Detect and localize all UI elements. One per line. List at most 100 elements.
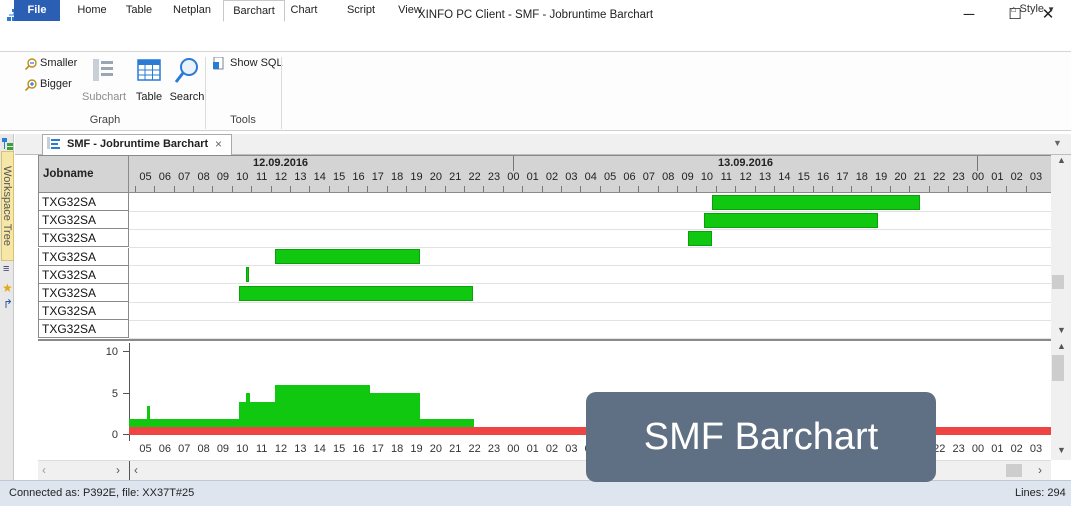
hour-label: 23 <box>487 171 501 183</box>
job-row-label[interactable]: TXG32SA <box>38 229 129 248</box>
list-icon[interactable]: ≡ <box>3 264 12 276</box>
row-gridline <box>129 228 1051 230</box>
scroll-up-icon[interactable]: ▲ <box>1057 341 1066 351</box>
row-gridline <box>129 283 1051 285</box>
minimize-button[interactable]: ─ <box>946 0 992 31</box>
scroll-right-icon[interactable]: › <box>1038 463 1042 477</box>
hour-label: 16 <box>352 443 365 455</box>
hour-label: 03 <box>565 443 578 455</box>
hour-label: 03 <box>565 171 578 183</box>
gantt-bar[interactable] <box>688 230 712 246</box>
hour-label: 19 <box>410 171 423 183</box>
hour-tick <box>987 186 988 192</box>
hour-tick <box>600 186 601 192</box>
hour-label: 17 <box>371 171 384 183</box>
hour-label: 03 <box>1029 171 1043 183</box>
job-row-label[interactable]: TXG32SA <box>38 193 129 211</box>
hour-label: 15 <box>797 171 810 183</box>
table-button[interactable]: Table <box>133 56 165 104</box>
hour-label: 02 <box>1010 443 1023 455</box>
splitter[interactable] <box>129 461 130 480</box>
tab-script[interactable]: Script <box>341 0 381 21</box>
hour-tick <box>309 186 310 192</box>
tab-list-chevron-icon[interactable]: ▼ <box>1053 138 1062 148</box>
job-row-label[interactable]: TXG32SA <box>38 284 129 302</box>
scroll-down-icon[interactable]: ▼ <box>1057 445 1066 455</box>
histogram-bar <box>370 393 420 427</box>
histogram-vertical-scrollbar[interactable]: ▲ ▼ <box>1051 339 1071 460</box>
hour-label: 09 <box>681 171 694 183</box>
gantt-bar[interactable] <box>712 194 920 210</box>
hour-label: 09 <box>216 171 230 183</box>
scroll-right-icon[interactable]: › <box>116 463 120 477</box>
histogram-bar <box>239 401 275 427</box>
collapse-ribbon-icon[interactable]: ⌂ <box>1011 4 1016 14</box>
search-label: Search <box>169 91 205 103</box>
redirect-arrow-icon[interactable]: ↱ <box>3 297 13 311</box>
hour-label: 00 <box>507 171 520 183</box>
hour-label: 13 <box>294 171 307 183</box>
tab-barchart[interactable]: Barchart <box>223 0 285 22</box>
gantt-bar[interactable] <box>239 285 473 301</box>
tab-table[interactable]: Table <box>120 0 158 21</box>
gantt-bar[interactable] <box>704 212 878 228</box>
job-row-label[interactable]: TXG32SA <box>38 320 129 339</box>
job-row-label[interactable]: TXG32SA <box>38 302 129 321</box>
hour-tick <box>154 186 155 192</box>
hour-label: 18 <box>391 443 404 455</box>
gantt-vertical-scrollbar[interactable]: ▲ ▼ <box>1051 155 1071 339</box>
workspace-tree-icon[interactable] <box>2 138 13 150</box>
scroll-left-icon[interactable]: ‹ <box>134 463 138 477</box>
tab-file[interactable]: File <box>14 0 60 21</box>
sql-icon <box>213 57 224 70</box>
workspace-tree-label: Workspace Tree <box>1 166 13 246</box>
hour-label: 06 <box>158 443 171 455</box>
scroll-left-icon[interactable]: ‹ <box>42 463 46 477</box>
histogram-bar <box>147 406 150 427</box>
day-divider <box>977 156 978 171</box>
date-label: 12.09.2016 <box>253 157 309 169</box>
hour-tick <box>290 186 291 192</box>
scroll-down-icon[interactable]: ▼ <box>1057 325 1066 335</box>
hour-tick <box>425 186 426 192</box>
jobname-column-header[interactable]: Jobname <box>38 155 129 193</box>
tab-netplan[interactable]: Netplan <box>168 0 216 21</box>
job-row-label[interactable]: TXG32SA <box>38 247 129 266</box>
hour-label: 17 <box>836 171 849 183</box>
hour-label: 20 <box>429 171 443 183</box>
hour-label: 23 <box>952 443 965 455</box>
job-row-label[interactable]: TXG32SA <box>38 265 129 284</box>
hour-tick <box>1006 186 1007 192</box>
tab-home[interactable]: Home <box>72 0 112 21</box>
y-tick-label: 5 <box>111 388 118 400</box>
group-label-graph: Graph <box>89 114 121 126</box>
hour-label: 09 <box>216 443 230 455</box>
hour-tick <box>367 186 368 192</box>
gantt-bar[interactable] <box>246 267 249 283</box>
hour-tick <box>212 186 213 192</box>
style-menu[interactable]: ⌂ Style ▼ <box>1011 3 1055 15</box>
scroll-thumb[interactable] <box>1052 275 1064 289</box>
hour-tick <box>638 186 639 192</box>
search-button[interactable]: Search <box>170 56 204 104</box>
gantt-bar[interactable] <box>275 249 420 265</box>
hour-label: 14 <box>313 443 326 455</box>
hour-label: 02 <box>545 443 559 455</box>
scroll-thumb[interactable] <box>1006 464 1022 477</box>
subchart-button[interactable]: Subchart <box>82 56 126 104</box>
row-gridline <box>129 301 1051 303</box>
favorites-star-icon[interactable]: ★ <box>2 281 13 295</box>
job-row-label[interactable]: TXG32SA <box>38 211 129 230</box>
y-tick-label: 0 <box>111 429 118 441</box>
hour-label: 10 <box>236 443 249 455</box>
scroll-thumb[interactable] <box>1052 355 1064 381</box>
hour-label: 15 <box>332 443 346 455</box>
close-tab-icon[interactable]: × <box>215 137 222 151</box>
show-sql-label: Show SQL <box>230 57 283 69</box>
hour-label: 19 <box>410 443 423 455</box>
hour-label: 22 <box>468 171 481 183</box>
tab-chart[interactable]: Chart <box>285 0 323 21</box>
tab-view[interactable]: View <box>392 0 428 21</box>
scroll-up-icon[interactable]: ▲ <box>1057 155 1066 165</box>
hour-label: 01 <box>991 171 1004 183</box>
